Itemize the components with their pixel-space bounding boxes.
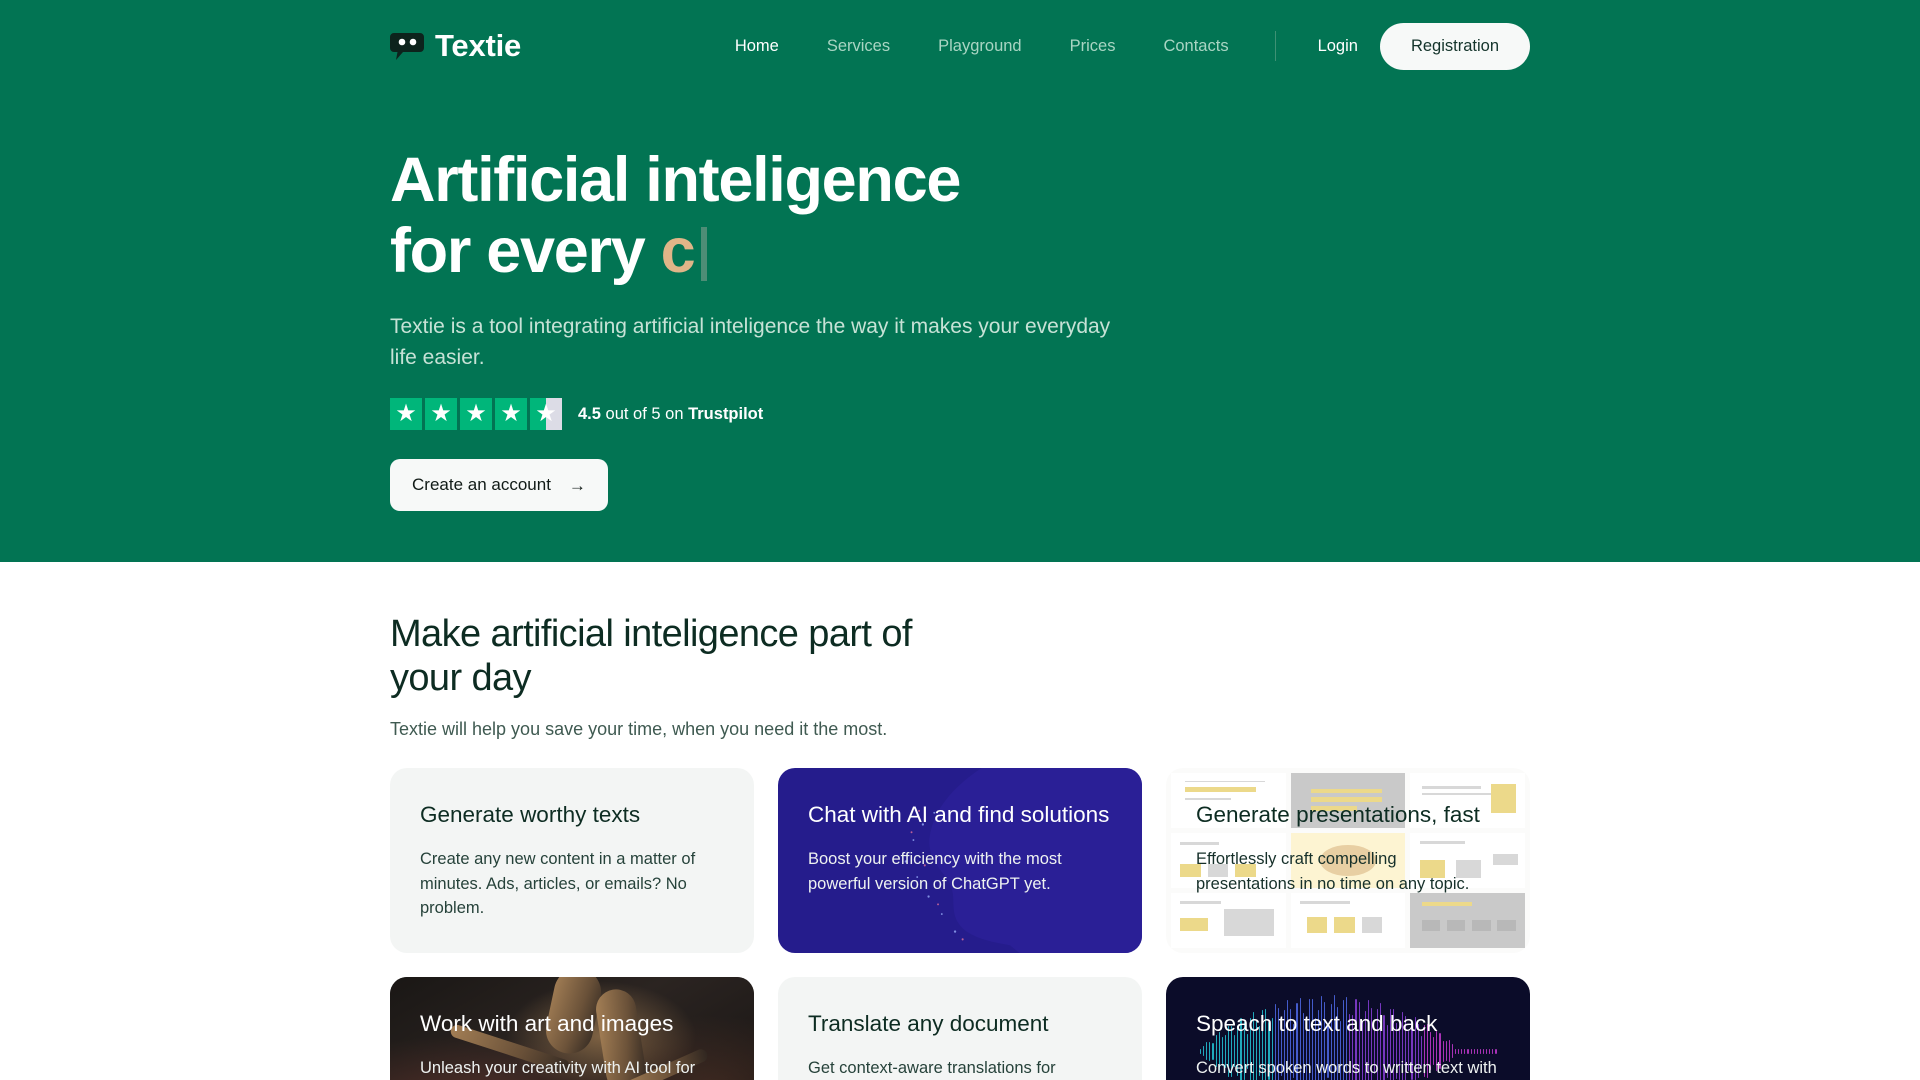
feature-card-title: Chat with AI and find solutions bbox=[808, 802, 1110, 828]
feature-card-art-images[interactable]: Work with art and images Unleash your cr… bbox=[390, 977, 754, 1080]
nav-link-home[interactable]: Home bbox=[711, 37, 803, 56]
hero-title: Artificial inteligence for every c bbox=[390, 145, 1150, 286]
features-title-line2: your day bbox=[390, 657, 532, 700]
feature-card-title: Generate worthy texts bbox=[420, 802, 641, 828]
star-icon-3: ★ bbox=[460, 398, 492, 431]
features-title: Make artificial inteligence part of your… bbox=[390, 612, 1010, 700]
create-account-button[interactable]: Create an account → bbox=[390, 459, 608, 512]
top-navigation-bar: Textie Home Services Playground Prices C… bbox=[390, 0, 1530, 92]
features-subtitle: Textie will help you save your time, whe… bbox=[390, 719, 888, 740]
hero-title-typed-char: c bbox=[660, 215, 696, 286]
feature-card-desc: Unleash your creativity with AI tool for… bbox=[420, 1059, 696, 1078]
nav-link-prices[interactable]: Prices bbox=[1046, 37, 1140, 56]
features-grid-row-1: Generate worthy texts Create any new con… bbox=[390, 768, 1530, 954]
trustpilot-brand: Trustpilot bbox=[688, 404, 764, 423]
feature-card-presentations[interactable]: Generate presentations, fast Effortlessl… bbox=[1166, 768, 1530, 954]
create-account-label: Create an account bbox=[412, 475, 551, 495]
feature-card-speech-to-text[interactable]: Speach to text and back Convert spoken w… bbox=[1166, 977, 1530, 1080]
hero-subtitle: Textie is a tool integrating artificial … bbox=[390, 315, 1111, 369]
feature-card-generate-texts[interactable]: Generate worthy texts Create any new con… bbox=[390, 768, 754, 954]
feature-card-desc: Create any new content in a matter of mi… bbox=[420, 850, 696, 917]
feature-card-title: Translate any document bbox=[808, 1011, 1049, 1037]
features-section: Make artificial inteligence part of your… bbox=[0, 562, 1920, 1080]
features-grid-row-2: Work with art and images Unleash your cr… bbox=[390, 977, 1530, 1080]
feature-card-desc: Get context-aware translations for docum… bbox=[808, 1059, 1056, 1078]
feature-card-desc: Boost your efficiency with the most powe… bbox=[808, 850, 1062, 893]
trustpilot-text: 4.5 out of 5 on Trustpilot bbox=[578, 405, 763, 424]
trustpilot-middle-text: out of 5 on bbox=[600, 404, 689, 423]
nav-link-contacts[interactable]: Contacts bbox=[1139, 37, 1252, 56]
star-icon-1: ★ bbox=[390, 398, 422, 431]
brand-logo[interactable]: Textie bbox=[390, 28, 521, 64]
hero-section: Textie Home Services Playground Prices C… bbox=[0, 0, 1920, 562]
feature-card-title: Work with art and images bbox=[420, 1011, 674, 1037]
hero-copy: Artificial inteligence for every c Texti… bbox=[390, 92, 1530, 512]
typing-caret bbox=[701, 226, 708, 281]
star-icon-5-half: ★ bbox=[530, 398, 562, 431]
feature-card-chat-ai[interactable]: Chat with AI and find solutions Boost yo… bbox=[778, 768, 1142, 954]
feature-card-desc: Effortlessly craft compelling presentati… bbox=[1196, 850, 1470, 893]
feature-card-translate[interactable]: Translate any document Get context-aware… bbox=[778, 977, 1142, 1080]
feature-card-title: Generate presentations, fast bbox=[1196, 802, 1480, 828]
registration-button[interactable]: Registration bbox=[1379, 22, 1530, 70]
star-icon-4: ★ bbox=[495, 398, 527, 431]
nav-link-playground[interactable]: Playground bbox=[914, 37, 1045, 56]
speech-bubble-face-icon bbox=[390, 31, 424, 61]
brand-name: Textie bbox=[435, 28, 522, 63]
nav-divider bbox=[1274, 31, 1276, 61]
trustpilot-score: 4.5 bbox=[578, 404, 601, 423]
login-link[interactable]: Login bbox=[1296, 37, 1380, 56]
feature-card-title: Speach to text and back bbox=[1196, 1011, 1438, 1037]
features-title-line1: Make artificial inteligence part of bbox=[390, 613, 912, 655]
hero-title-line1: Artificial inteligence bbox=[390, 145, 961, 215]
hero-title-line2-static: for every bbox=[390, 215, 661, 286]
trustpilot-rating[interactable]: ★ ★ ★ ★ ★ 4.5 out of 5 on Trustpilot bbox=[390, 398, 1530, 431]
star-icon-2: ★ bbox=[425, 398, 457, 431]
feature-card-desc: Convert spoken words to written text wit… bbox=[1196, 1059, 1497, 1078]
star-rating: ★ ★ ★ ★ ★ bbox=[390, 398, 562, 431]
nav-links: Home Services Playground Prices Contacts… bbox=[711, 22, 1530, 70]
arrow-right-icon: → bbox=[568, 475, 586, 495]
nav-link-services[interactable]: Services bbox=[803, 37, 914, 56]
